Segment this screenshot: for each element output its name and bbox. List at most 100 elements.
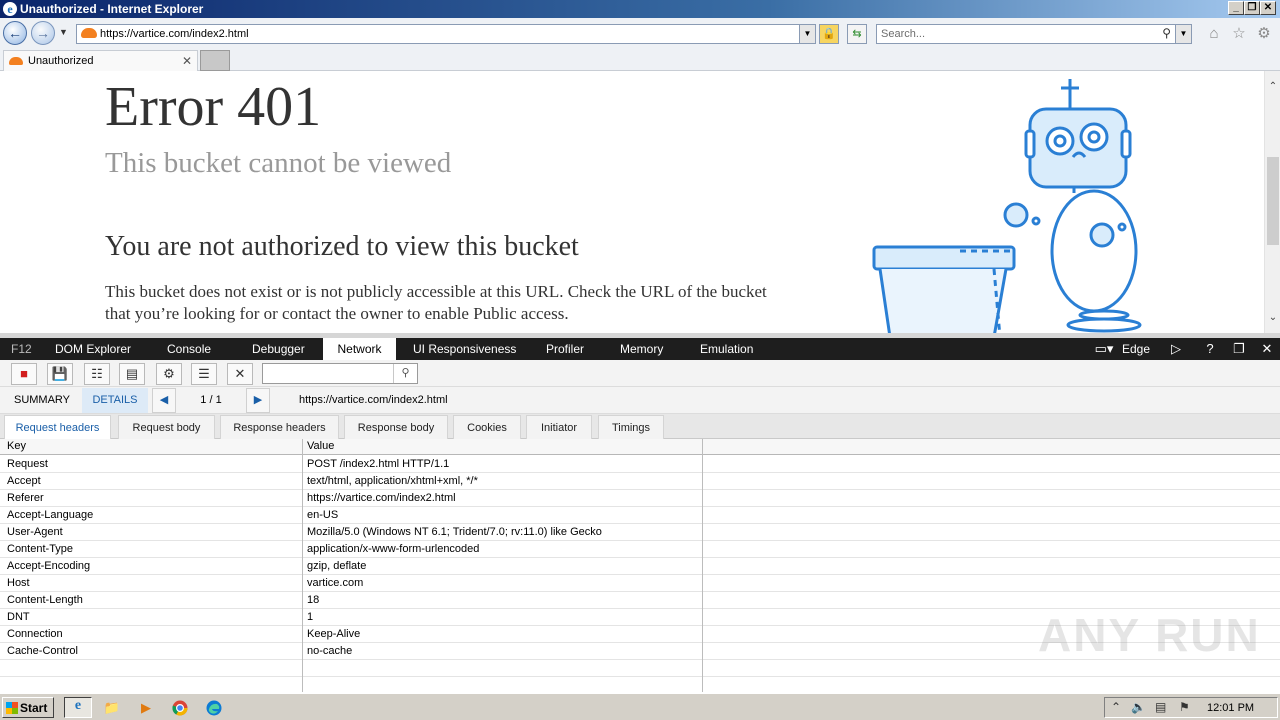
table-row[interactable]: User-Agent Mozilla/5.0 (Windows NT 6.1; T…: [0, 524, 1280, 541]
tab-unauthorized[interactable]: Unauthorized ✕: [3, 50, 198, 71]
history-dropdown-icon[interactable]: ▼: [59, 27, 68, 37]
next-arrow-icon[interactable]: ▶: [246, 388, 270, 413]
subtab-response-body[interactable]: Response body: [344, 415, 448, 439]
table-row[interactable]: Accept text/html, application/xhtml+xml, …: [0, 473, 1280, 490]
clear-cache-icon[interactable]: ⚙: [156, 363, 182, 385]
internet-explorer-icon[interactable]: e: [64, 697, 92, 718]
browser-mode-label[interactable]: Edge: [1120, 338, 1152, 360]
table-row[interactable]: Accept-Language en-US: [0, 507, 1280, 524]
error-body: This bucket does not exist or is not pub…: [105, 282, 767, 323]
table-row[interactable]: Content-Type application/x-www-form-urlen…: [0, 541, 1280, 558]
scroll-down-icon[interactable]: ⌄: [1265, 312, 1280, 323]
volume-icon[interactable]: 🔈: [1131, 700, 1146, 714]
pager: 1 / 1: [200, 394, 222, 406]
address-url[interactable]: https://vartice.com/index2.html: [100, 28, 249, 40]
tab-memory[interactable]: Memory: [620, 338, 663, 360]
home-icon[interactable]: ⌂: [1205, 25, 1223, 43]
scroll-thumb[interactable]: [1267, 157, 1279, 245]
robot-illustration: [872, 79, 1142, 333]
refresh-icon[interactable]: ⇆: [847, 24, 867, 44]
edge-icon[interactable]: [200, 697, 228, 718]
folder-icon[interactable]: 📁: [98, 697, 126, 718]
details-navigation: SUMMARY DETAILS ◀ 1 / 1 ▶ https://vartic…: [0, 387, 1280, 414]
subtab-request-headers[interactable]: Request headers: [4, 415, 111, 439]
save-icon[interactable]: 💾: [47, 363, 73, 385]
chrome-icon[interactable]: [166, 697, 194, 718]
subtab-request-body[interactable]: Request body: [118, 415, 215, 439]
tab-profiler[interactable]: Profiler: [546, 338, 584, 360]
header-key: Content-Type: [7, 543, 74, 555]
table-row[interactable]: Request POST /index2.html HTTP/1.1: [0, 456, 1280, 473]
filter-input[interactable]: ⚲: [262, 363, 418, 384]
subtab-response-headers[interactable]: Response headers: [220, 415, 339, 439]
header-key: Referer: [7, 492, 44, 504]
table-row[interactable]: Content-Length 18: [0, 592, 1280, 609]
network-icon[interactable]: ▤: [1155, 700, 1166, 714]
tab-close-icon[interactable]: ✕: [182, 54, 192, 68]
export-icon[interactable]: ▤: [119, 363, 145, 385]
lock-icon[interactable]: 🔒: [819, 24, 839, 44]
header-value: 18: [307, 594, 320, 606]
search-dropdown-icon[interactable]: ▼: [1175, 25, 1191, 43]
action-center-flag-icon[interactable]: ⚑: [1179, 700, 1190, 714]
console-toggle-icon[interactable]: ▷: [1165, 338, 1187, 360]
header-value: no-cache: [307, 645, 353, 657]
restore-button[interactable]: ❐: [1244, 1, 1260, 15]
clear-icon[interactable]: ✕: [227, 363, 253, 385]
close-button[interactable]: ✕: [1260, 1, 1276, 15]
tab-dom-explorer[interactable]: DOM Explorer: [55, 338, 131, 360]
stop-record-icon[interactable]: ■: [11, 363, 37, 385]
column-divider[interactable]: [302, 439, 303, 692]
media-player-icon[interactable]: ▶: [132, 697, 160, 718]
header-key: Connection: [7, 628, 63, 640]
address-dropdown-icon[interactable]: ▼: [799, 25, 815, 43]
settings-gear-icon[interactable]: ⚙: [1255, 25, 1273, 43]
clock[interactable]: 12:01 PM: [1207, 702, 1254, 714]
favorites-star-icon[interactable]: ☆: [1230, 25, 1248, 43]
search-box[interactable]: Search... ⚲ ▼: [876, 24, 1192, 44]
page-content: Error 401 This bucket cannot be viewed Y…: [0, 71, 1264, 333]
tab-debugger[interactable]: Debugger: [252, 338, 305, 360]
subtab-cookies[interactable]: Cookies: [453, 415, 521, 439]
column-divider[interactable]: [702, 439, 703, 692]
header-value: Mozilla/5.0 (Windows NT 6.1; Trident/7.0…: [307, 526, 602, 538]
table-row[interactable]: Host vartice.com: [0, 575, 1280, 592]
help-button[interactable]: ?: [1200, 338, 1220, 360]
subtab-timings[interactable]: Timings: [598, 415, 664, 439]
header-value: 1: [307, 611, 314, 623]
minimize-button[interactable]: _: [1228, 1, 1244, 15]
tray-expand-icon[interactable]: ⌃: [1111, 700, 1121, 714]
tab-ui-responsiveness[interactable]: UI Responsiveness: [413, 338, 516, 360]
table-row[interactable]: Accept-Encoding gzip, deflate: [0, 558, 1280, 575]
browser-mode-icon[interactable]: ▭▾: [1090, 338, 1118, 360]
details-button[interactable]: DETAILS: [82, 388, 148, 413]
start-button[interactable]: Start: [2, 697, 54, 718]
table-row[interactable]: Referer https://vartice.com/index2.html: [0, 490, 1280, 507]
subtab-initiator[interactable]: Initiator: [526, 415, 592, 439]
cloudflare-icon: [81, 28, 97, 38]
scroll-up-icon[interactable]: ⌃: [1265, 81, 1280, 92]
undock-icon[interactable]: ❐: [1228, 338, 1250, 360]
page-scrollbar[interactable]: ⌃ ⌄: [1264, 71, 1280, 333]
clear-entries-icon[interactable]: ☰: [191, 363, 217, 385]
tab-console[interactable]: Console: [167, 338, 211, 360]
devtools-close-icon[interactable]: ✕: [1257, 338, 1277, 360]
summary-button[interactable]: SUMMARY: [6, 388, 78, 413]
taskbar: Start e 📁 ▶ ⌃ 🔈 ▤ ⚑ 12:01 PM: [0, 693, 1280, 720]
search-icon[interactable]: ⚲: [1162, 26, 1171, 40]
filter-search-icon[interactable]: ⚲: [393, 364, 417, 383]
previous-arrow-icon[interactable]: ◀: [152, 388, 176, 413]
tab-network[interactable]: Network: [323, 338, 396, 360]
column-header-key[interactable]: Key: [7, 440, 26, 452]
error-subheading: This bucket cannot be viewed: [105, 147, 452, 179]
back-arrow-icon[interactable]: ←: [3, 21, 27, 45]
address-bar[interactable]: https://vartice.com/index2.html ▼: [76, 24, 816, 44]
error-heading: Error 401: [105, 76, 322, 138]
forward-arrow-icon[interactable]: →: [31, 21, 55, 45]
anyrun-watermark: ANY RUN: [1038, 609, 1261, 661]
column-header-value[interactable]: Value: [307, 440, 334, 452]
header-key: Accept: [7, 475, 41, 487]
tab-emulation[interactable]: Emulation: [700, 338, 753, 360]
new-tab-button[interactable]: [200, 50, 230, 71]
import-icon[interactable]: ☷: [84, 363, 110, 385]
